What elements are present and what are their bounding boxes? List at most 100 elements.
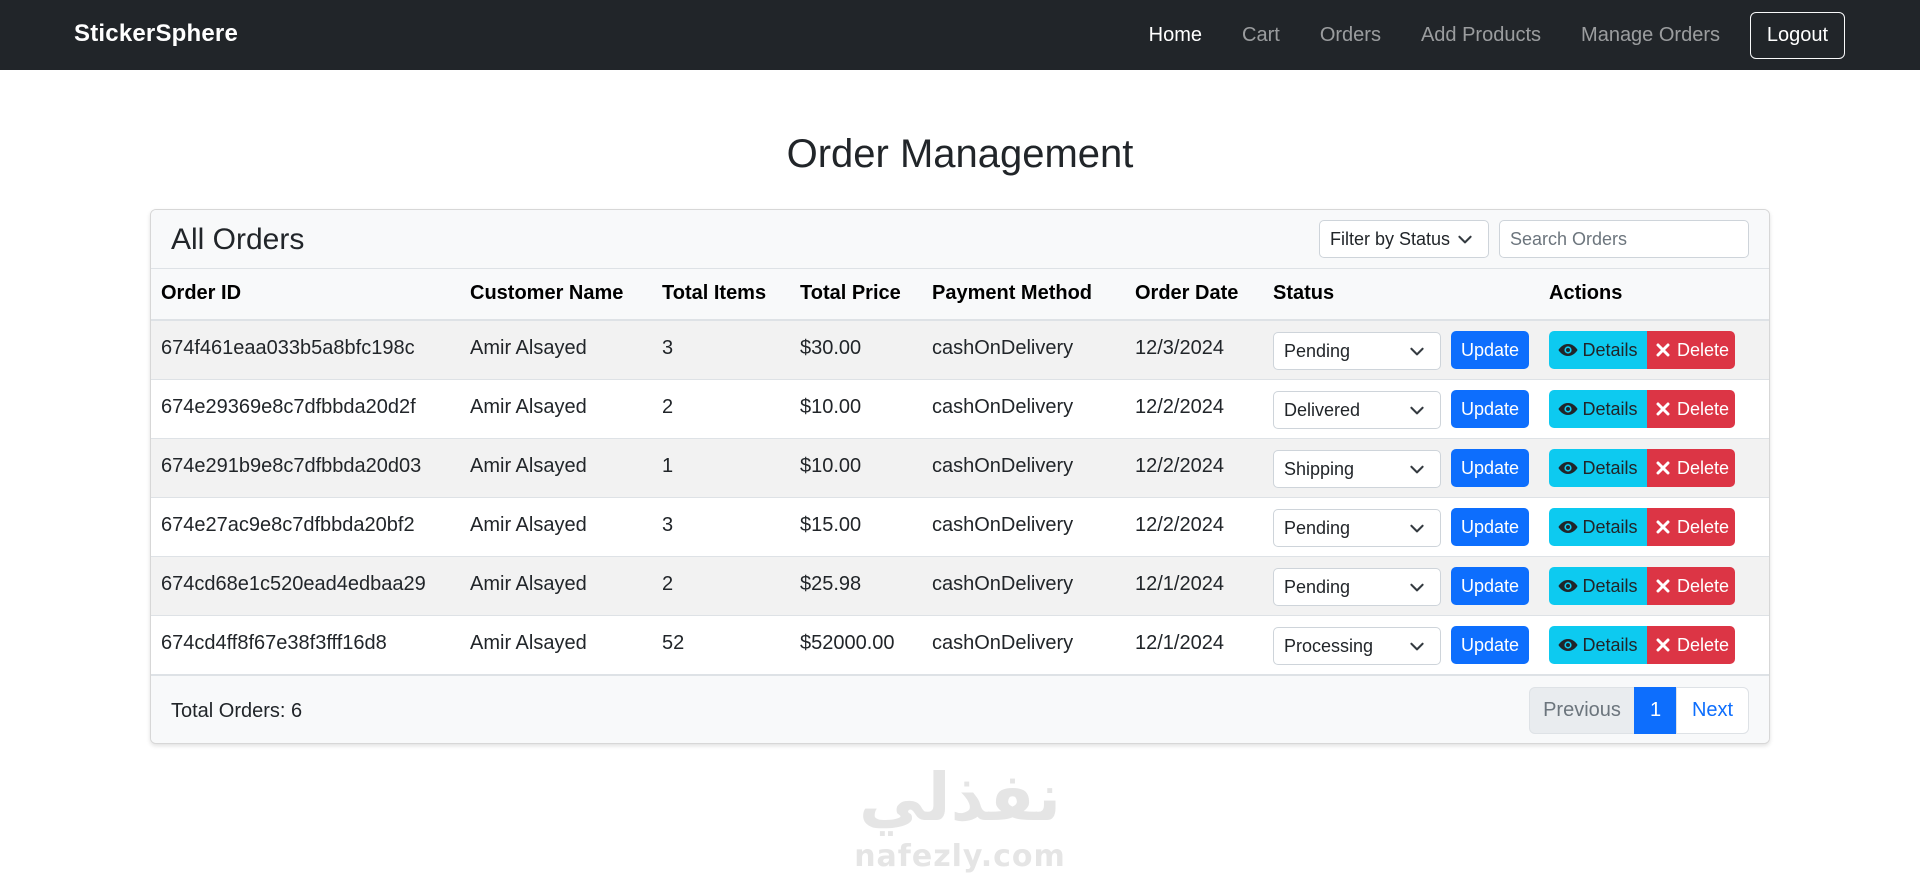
col-header-actions: Actions	[1549, 282, 1623, 304]
order-date-cell: 12/2/2024	[1135, 514, 1224, 536]
delete-label: Delete	[1676, 457, 1730, 478]
logout-button[interactable]: Logout	[1750, 12, 1845, 59]
watermark-latin-text: nafezly.com	[854, 839, 1066, 874]
table-row: 674cd4ff8f67e38f3fff16d8 Amir Alsayed 52…	[151, 616, 1769, 675]
nav-link-cart[interactable]: Cart	[1242, 24, 1280, 47]
order-id-cell: 674cd68e1c520ead4edbaa29	[161, 573, 426, 595]
total-price-cell: $30.00	[800, 337, 862, 359]
status-filter-value: Filter by Status	[1330, 228, 1451, 249]
payment-method-cell: cashOnDelivery	[932, 573, 1074, 595]
status-select-value: Delivered	[1284, 399, 1361, 420]
payment-method-cell: cashOnDelivery	[932, 632, 1074, 654]
details-label: Details	[1582, 575, 1638, 596]
total-items-cell: 3	[662, 337, 674, 359]
total-items-cell: 2	[662, 573, 674, 595]
status-select-value: Processing	[1284, 635, 1374, 656]
delete-button[interactable]: Delete	[1647, 390, 1735, 428]
status-select[interactable]: Shipping	[1273, 450, 1441, 488]
total-orders-count: Total Orders: 6	[171, 700, 303, 722]
customer-name-cell: Amir Alsayed	[470, 573, 587, 595]
total-price-cell: $10.00	[800, 455, 862, 477]
eye-icon	[1558, 636, 1578, 654]
eye-icon	[1558, 459, 1578, 477]
search-orders-input[interactable]	[1499, 220, 1749, 258]
status-select-value: Pending	[1284, 576, 1351, 597]
details-button[interactable]: Details	[1549, 508, 1647, 546]
customer-name-cell: Amir Alsayed	[470, 514, 587, 536]
delete-button[interactable]: Delete	[1647, 567, 1735, 605]
delete-button[interactable]: Delete	[1647, 449, 1735, 487]
total-price-cell: $10.00	[800, 396, 862, 418]
delete-button[interactable]: Delete	[1647, 626, 1735, 664]
pagination-page-1[interactable]: 1	[1634, 687, 1677, 734]
nav-links: Home Cart Orders Add Products Manage Ord…	[1109, 0, 1720, 70]
eye-icon	[1558, 341, 1578, 359]
customer-name-cell: Amir Alsayed	[470, 396, 587, 418]
chevron-down-icon	[1456, 230, 1474, 248]
details-button[interactable]: Details	[1549, 390, 1647, 428]
col-header-customer-name: Customer Name	[470, 282, 624, 304]
status-select[interactable]: Pending	[1273, 332, 1441, 370]
update-button[interactable]: Update	[1451, 508, 1529, 546]
status-select[interactable]: Pending	[1273, 568, 1441, 606]
status-select[interactable]: Delivered	[1273, 391, 1441, 429]
customer-name-cell: Amir Alsayed	[470, 632, 587, 654]
details-button[interactable]: Details	[1549, 449, 1647, 487]
payment-method-cell: cashOnDelivery	[932, 455, 1074, 477]
delete-button[interactable]: Delete	[1647, 331, 1735, 369]
table-row: 674e27ac9e8c7dfbbda20bf2 Amir Alsayed 3 …	[151, 498, 1769, 557]
col-header-payment-method: Payment Method	[932, 282, 1093, 304]
update-button[interactable]: Update	[1451, 390, 1529, 428]
nav-link-add-products[interactable]: Add Products	[1421, 24, 1541, 47]
status-select-value: Pending	[1284, 340, 1351, 361]
brand-logo[interactable]: StickerSphere	[74, 20, 238, 48]
update-button[interactable]: Update	[1451, 626, 1529, 664]
delete-label: Delete	[1676, 634, 1730, 655]
details-button[interactable]: Details	[1549, 331, 1647, 369]
pagination-next[interactable]: Next	[1676, 687, 1749, 734]
payment-method-cell: cashOnDelivery	[932, 514, 1074, 536]
eye-icon	[1558, 577, 1578, 595]
chevron-down-icon	[1408, 637, 1426, 655]
customer-name-cell: Amir Alsayed	[470, 455, 587, 477]
x-icon	[1653, 459, 1673, 477]
details-button[interactable]: Details	[1549, 626, 1647, 664]
delete-button[interactable]: Delete	[1647, 508, 1735, 546]
col-header-total-items: Total Items	[662, 282, 767, 304]
eye-icon	[1558, 518, 1578, 536]
total-price-cell: $25.98	[800, 573, 862, 595]
payment-method-cell: cashOnDelivery	[932, 396, 1074, 418]
delete-label: Delete	[1676, 339, 1730, 360]
table-row: 674e291b9e8c7dfbbda20d03 Amir Alsayed 1 …	[151, 439, 1769, 498]
details-button[interactable]: Details	[1549, 567, 1647, 605]
pagination-previous[interactable]: Previous	[1529, 687, 1635, 734]
status-select[interactable]: Processing	[1273, 627, 1441, 665]
eye-icon	[1558, 400, 1578, 418]
total-price-cell: $52000.00	[800, 632, 895, 654]
nav-link-home[interactable]: Home	[1149, 24, 1202, 47]
col-header-order-id: Order ID	[161, 282, 242, 304]
x-icon	[1653, 341, 1673, 359]
status-filter-select[interactable]: Filter by Status	[1319, 220, 1489, 258]
chevron-down-icon	[1408, 460, 1426, 478]
order-id-cell: 674f461eaa033b5a8bfc198c	[161, 337, 415, 359]
nav-link-manage-orders[interactable]: Manage Orders	[1581, 24, 1720, 47]
x-icon	[1653, 518, 1673, 536]
delete-label: Delete	[1676, 398, 1730, 419]
table-row: 674e29369e8c7dfbbda20d2f Amir Alsayed 2 …	[151, 380, 1769, 439]
nav-link-orders[interactable]: Orders	[1320, 24, 1381, 47]
watermark-arabic-text: نفذلي	[859, 759, 1061, 836]
order-date-cell: 12/2/2024	[1135, 396, 1224, 418]
order-date-cell: 12/1/2024	[1135, 632, 1224, 654]
update-button[interactable]: Update	[1451, 449, 1529, 487]
x-icon	[1653, 400, 1673, 418]
col-header-order-date: Order Date	[1135, 282, 1239, 304]
update-button[interactable]: Update	[1451, 567, 1529, 605]
col-header-status: Status	[1273, 282, 1335, 304]
page-title: Order Management	[786, 132, 1134, 176]
update-button[interactable]: Update	[1451, 331, 1529, 369]
table-row: 674f461eaa033b5a8bfc198c Amir Alsayed 3 …	[151, 321, 1769, 380]
delete-label: Delete	[1676, 516, 1730, 537]
status-select[interactable]: Pending	[1273, 509, 1441, 547]
payment-method-cell: cashOnDelivery	[932, 337, 1074, 359]
